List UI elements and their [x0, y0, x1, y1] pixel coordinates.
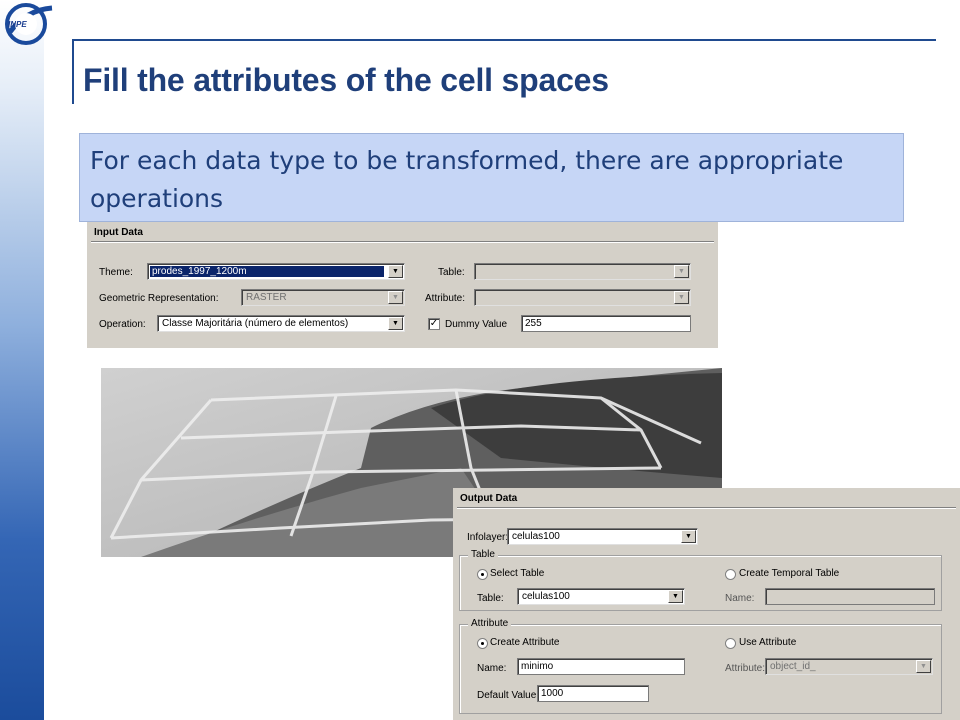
chevron-down-icon[interactable]: ▼: [388, 317, 403, 330]
operation-label: Operation:: [99, 319, 146, 330]
dummy-value-input[interactable]: 255: [521, 315, 691, 332]
attribute-label: Attribute:: [425, 293, 466, 304]
title-rule: [72, 39, 936, 41]
chevron-down-icon[interactable]: ▼: [388, 291, 403, 304]
attribute-name-input[interactable]: minimo: [517, 658, 685, 675]
operation-select[interactable]: Classe Majoritária (número de elementos)…: [157, 315, 405, 332]
logo-text: INPE: [8, 20, 27, 29]
table-select[interactable]: ▼: [474, 263, 691, 280]
table-group-label: Table: [468, 549, 498, 560]
default-value-input[interactable]: 1000: [537, 685, 649, 702]
infolayer-select[interactable]: celulas100 ▼: [507, 528, 698, 545]
georep-select[interactable]: RASTER ▼: [241, 289, 405, 306]
output-data-panel: Output Data Infolayer: celulas100 ▼ Tabl…: [453, 488, 960, 720]
chevron-down-icon[interactable]: ▼: [916, 660, 931, 673]
default-value-label: Default Value:: [477, 690, 540, 701]
chevron-down-icon[interactable]: ▼: [668, 590, 683, 603]
dummy-value-label: Dummy Value: [445, 319, 508, 330]
chevron-down-icon[interactable]: ▼: [681, 530, 696, 543]
table-group: Table Select Table Create Temporal Table…: [459, 549, 942, 611]
use-attribute-value: object_id_: [770, 661, 816, 672]
theme-select[interactable]: prodes_1997_1200m ▼: [147, 263, 405, 280]
output-table-select[interactable]: celulas100 ▼: [517, 588, 685, 605]
create-attribute-radio[interactable]: [477, 638, 488, 649]
theme-label: Theme:: [99, 267, 133, 278]
page-title: Fill the attributes of the cell spaces: [83, 62, 609, 98]
use-attribute-label: Use Attribute: [739, 637, 797, 648]
use-attribute-select[interactable]: object_id_ ▼: [765, 658, 933, 675]
create-temporal-table-label: Create Temporal Table: [739, 568, 840, 579]
infolayer-value: celulas100: [512, 531, 560, 542]
input-data-header: Input Data: [94, 227, 143, 238]
input-data-panel: Input Data Theme: prodes_1997_1200m ▼ Ge…: [87, 222, 718, 348]
side-gradient-bar: [0, 0, 44, 720]
callout-text: For each data type to be transformed, th…: [90, 146, 844, 213]
table-label: Table:: [438, 267, 465, 278]
chevron-down-icon[interactable]: ▼: [388, 265, 403, 278]
output-table-value: celulas100: [522, 591, 570, 602]
header-separator: [91, 241, 714, 243]
attribute-select[interactable]: ▼: [474, 289, 691, 306]
operation-value: Classe Majoritária (número de elementos): [162, 318, 349, 329]
attribute-group: Attribute Create Attribute Use Attribute…: [459, 618, 942, 714]
infolayer-label: Infolayer:: [467, 532, 509, 543]
georep-value: RASTER: [246, 292, 287, 303]
default-value-text: 1000: [541, 688, 564, 699]
temporal-name-label: Name:: [725, 593, 755, 604]
table-name-label: Table:: [477, 593, 504, 604]
create-temporal-table-radio[interactable]: [725, 569, 736, 580]
create-attribute-label: Create Attribute: [490, 637, 560, 648]
attribute-name-label: Name:: [477, 663, 507, 674]
dummy-value-text: 255: [525, 318, 542, 329]
title-bar: [72, 40, 74, 104]
chevron-down-icon[interactable]: ▼: [674, 265, 689, 278]
dummy-value-checkbox[interactable]: ✓: [428, 318, 440, 330]
output-data-header: Output Data: [460, 493, 518, 504]
use-attribute-name-label: Attribute:: [725, 663, 766, 674]
theme-value: prodes_1997_1200m: [150, 266, 384, 277]
georep-label: Geometric Representation:: [99, 293, 219, 304]
select-table-label: Select Table: [490, 568, 545, 579]
callout-box: For each data type to be transformed, th…: [79, 133, 904, 222]
chevron-down-icon[interactable]: ▼: [674, 291, 689, 304]
select-table-radio[interactable]: [477, 569, 488, 580]
attribute-name-value: minimo: [521, 661, 554, 672]
use-attribute-radio[interactable]: [725, 638, 736, 649]
temporal-name-input[interactable]: [765, 588, 935, 605]
attribute-group-label: Attribute: [468, 618, 512, 629]
header-separator: [457, 507, 956, 509]
